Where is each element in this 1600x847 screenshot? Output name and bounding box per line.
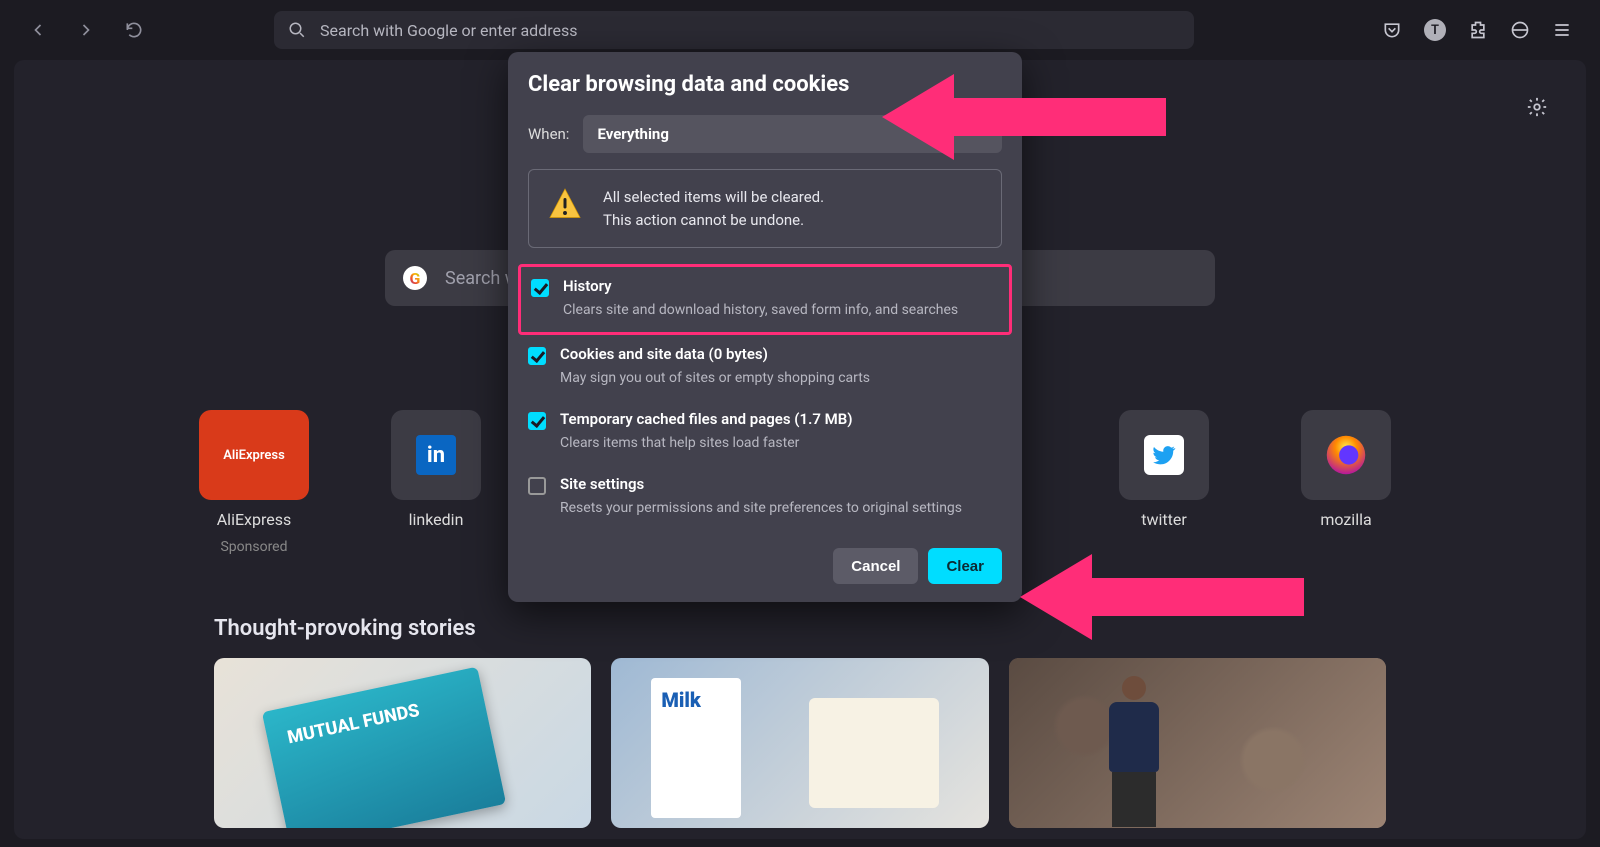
warning-icon	[547, 186, 583, 222]
annotation-arrow-bottom	[1020, 542, 1310, 652]
dialog-buttons: Cancel Clear	[508, 534, 1022, 584]
story-card-1[interactable]: MUTUAL FUNDS	[214, 658, 591, 828]
theme-icon[interactable]	[1510, 20, 1530, 40]
address-bar[interactable]: Search with Google or enter address	[274, 11, 1194, 49]
story-card-2[interactable]	[611, 658, 988, 828]
warning-line1: All selected items will be cleared.	[603, 186, 824, 209]
account-avatar[interactable]: T	[1424, 19, 1446, 41]
extensions-icon[interactable]	[1468, 20, 1488, 40]
warning-box: All selected items will be cleared. This…	[528, 169, 1002, 248]
google-icon: G	[403, 266, 427, 290]
firefox-icon	[1301, 410, 1391, 500]
when-label: When:	[528, 125, 569, 143]
shortcut-twitter[interactable]: twitter	[1109, 410, 1219, 555]
cookies-checkbox[interactable]	[528, 347, 546, 365]
annotation-arrow-top	[882, 62, 1172, 172]
back-icon[interactable]	[28, 20, 48, 40]
nav-buttons	[28, 20, 144, 40]
stories-heading: Thought-provoking stories	[214, 616, 476, 641]
gear-icon	[1526, 96, 1548, 118]
reload-icon[interactable]	[124, 20, 144, 40]
clear-items-list: History Clears site and download history…	[508, 260, 1022, 534]
warning-line2: This action cannot be undone.	[603, 209, 824, 232]
linkedin-icon: in	[391, 410, 481, 500]
shortcut-mozilla[interactable]: mozilla	[1291, 410, 1401, 555]
story-card-3[interactable]	[1009, 658, 1386, 828]
clear-item-history[interactable]: History Clears site and download history…	[518, 264, 1012, 335]
cancel-button[interactable]: Cancel	[833, 548, 918, 584]
clear-item-site-settings[interactable]: Site settings Resets your permissions an…	[518, 465, 1012, 530]
forward-icon[interactable]	[76, 20, 96, 40]
clear-item-cache[interactable]: Temporary cached files and pages (1.7 MB…	[518, 400, 1012, 465]
shortcut-linkedin[interactable]: in linkedin	[381, 410, 491, 555]
search-icon	[288, 21, 306, 39]
pocket-icon[interactable]	[1382, 20, 1402, 40]
twitter-icon	[1119, 410, 1209, 500]
history-checkbox[interactable]	[531, 279, 549, 297]
clear-button[interactable]: Clear	[928, 548, 1002, 584]
browser-toolbar: Search with Google or enter address T	[0, 10, 1600, 50]
shortcut-aliexpress[interactable]: AliExpress AliExpress Sponsored	[199, 410, 309, 555]
clear-item-cookies[interactable]: Cookies and site data (0 bytes) May sign…	[518, 335, 1012, 400]
site-settings-checkbox[interactable]	[528, 477, 546, 495]
menu-icon[interactable]	[1552, 20, 1572, 40]
stories-row: MUTUAL FUNDS	[214, 658, 1386, 828]
address-placeholder: Search with Google or enter address	[320, 21, 578, 40]
aliexpress-icon: AliExpress	[199, 410, 309, 500]
page-settings-button[interactable]	[1526, 96, 1548, 122]
cache-checkbox[interactable]	[528, 412, 546, 430]
toolbar-right: T	[1382, 19, 1572, 41]
